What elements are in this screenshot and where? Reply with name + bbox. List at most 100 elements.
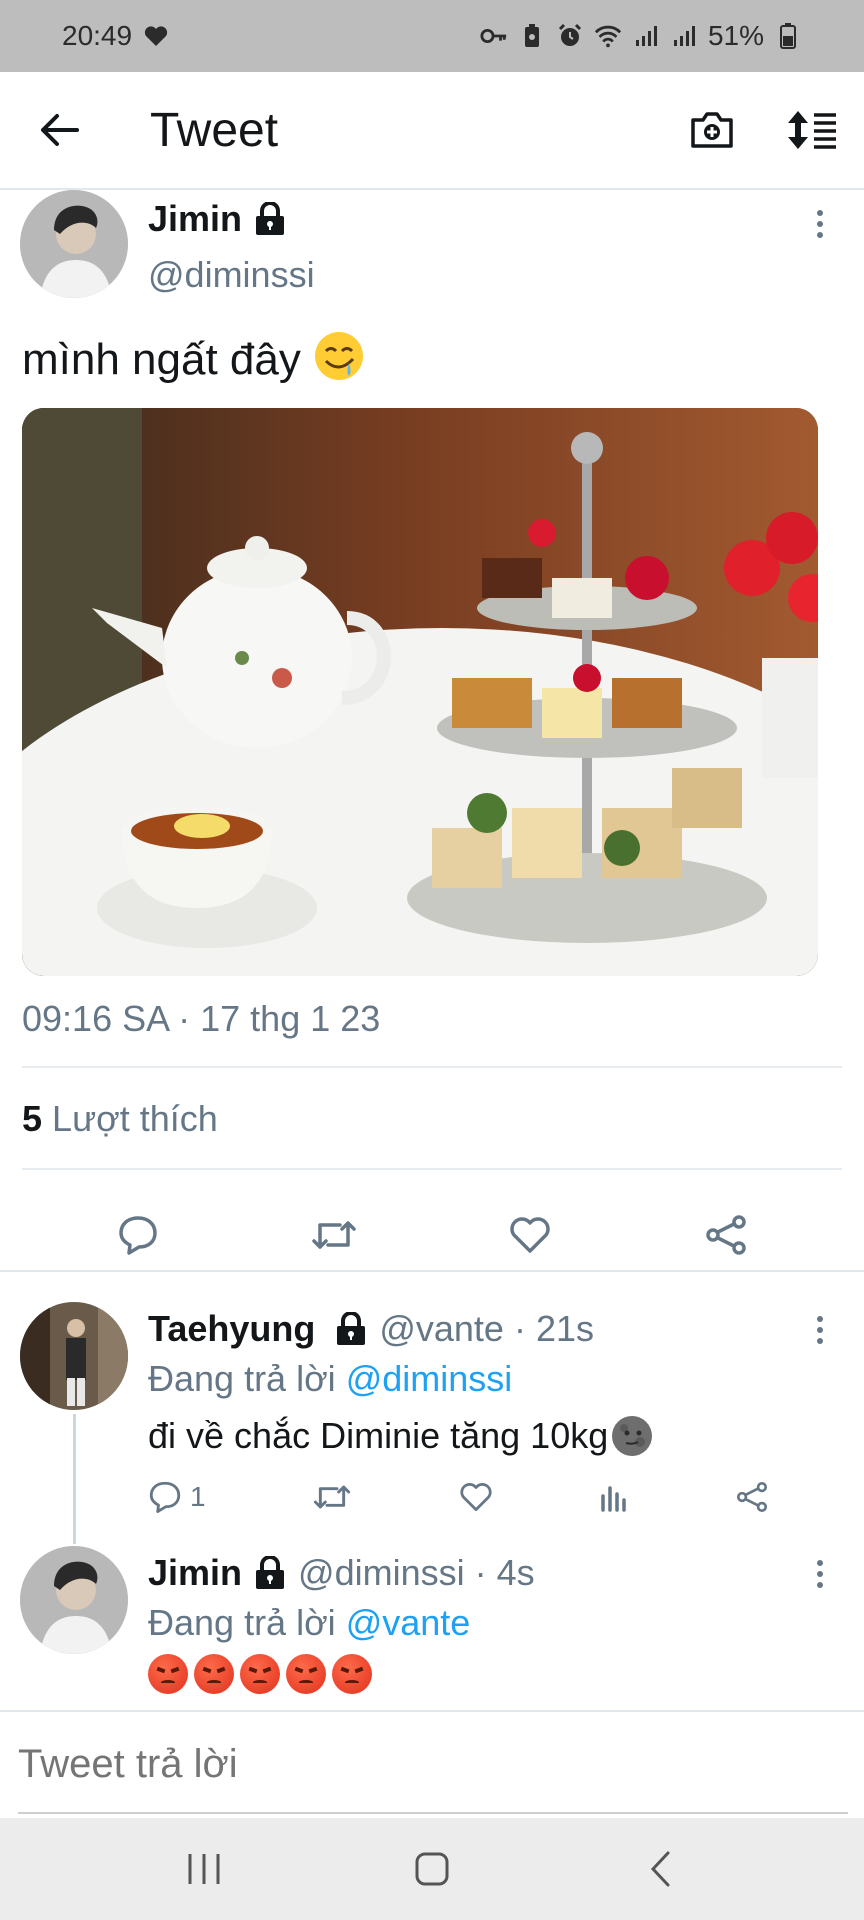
heart-outline-icon bbox=[460, 1483, 492, 1512]
share-button[interactable] bbox=[736, 1481, 768, 1513]
recent-apps-button[interactable] bbox=[174, 1839, 234, 1899]
angry-face-emoji bbox=[194, 1654, 234, 1694]
reply-input[interactable] bbox=[18, 1742, 838, 1787]
reply-button[interactable]: 1 bbox=[148, 1480, 206, 1514]
page-title: Tweet bbox=[150, 103, 279, 157]
back-arrow-icon bbox=[41, 114, 79, 146]
share-button[interactable] bbox=[696, 1205, 756, 1265]
dot bbox=[817, 232, 823, 238]
lock-icon bbox=[256, 202, 285, 235]
replying-mention[interactable]: @diminssi bbox=[346, 1358, 513, 1399]
like-button[interactable] bbox=[500, 1205, 560, 1265]
dot bbox=[817, 1560, 823, 1566]
replying-to: Đang trả lời @diminssi bbox=[148, 1358, 768, 1400]
reply-author-handle[interactable]: @vante bbox=[379, 1308, 504, 1350]
reply-emojis bbox=[148, 1654, 535, 1694]
retweet-icon bbox=[312, 1221, 356, 1249]
author-avatar-wrap[interactable] bbox=[20, 190, 128, 298]
tweet-actions bbox=[0, 1190, 864, 1280]
likes-number: 5 bbox=[22, 1098, 43, 1139]
avatar[interactable] bbox=[20, 1302, 128, 1410]
sort-button[interactable] bbox=[782, 100, 842, 160]
reply-body: Taehyung @vante · 21s Đang trả lời @dimi… bbox=[148, 1308, 768, 1514]
dot bbox=[817, 1582, 823, 1588]
reply-author-name[interactable]: Taehyung bbox=[148, 1308, 315, 1350]
back-button[interactable] bbox=[0, 71, 118, 189]
reply-icon bbox=[119, 1216, 157, 1255]
dot bbox=[817, 221, 823, 227]
header-actions bbox=[682, 100, 842, 160]
reply-body: Jimin @diminssi · 4s Đang trả lời @vante bbox=[148, 1552, 535, 1694]
tweet-photo[interactable] bbox=[22, 408, 818, 976]
key-icon bbox=[480, 22, 508, 50]
angry-face-emoji bbox=[286, 1654, 326, 1694]
analytics-button[interactable] bbox=[599, 1482, 629, 1512]
author-name-row[interactable]: Jimin bbox=[148, 198, 315, 240]
recent-apps-icon bbox=[188, 1854, 220, 1884]
share-icon bbox=[736, 1481, 768, 1513]
battery-percent: 51% bbox=[707, 20, 764, 51]
dot bbox=[817, 1316, 823, 1322]
retweet-icon bbox=[314, 1485, 351, 1509]
status-icons: 51% bbox=[480, 20, 802, 52]
alarm-icon bbox=[556, 22, 584, 50]
tweet-timestamp[interactable]: 09:16 SA · 17 thg 1 23 bbox=[22, 998, 380, 1040]
heart-icon bbox=[142, 22, 170, 50]
avatar[interactable] bbox=[20, 1546, 128, 1654]
heart-outline-icon bbox=[510, 1217, 550, 1253]
author-info: Jimin @diminssi bbox=[148, 198, 315, 296]
replying-prefix: Đang trả lời bbox=[148, 1602, 336, 1643]
reply-actions: 1 bbox=[148, 1480, 768, 1514]
replying-mention[interactable]: @vante bbox=[346, 1602, 471, 1643]
reply-author-handle[interactable]: @diminssi bbox=[298, 1552, 465, 1594]
analytics-icon bbox=[601, 1486, 627, 1512]
replying-to: Đang trả lời @vante bbox=[148, 1602, 535, 1644]
like-button[interactable] bbox=[459, 1482, 493, 1512]
reply-composer bbox=[0, 1710, 864, 1814]
angry-face-emoji bbox=[332, 1654, 372, 1694]
status-bar: 20:49 51% bbox=[0, 0, 864, 72]
reply-button[interactable] bbox=[108, 1205, 168, 1265]
reply-time: · 21s bbox=[513, 1308, 595, 1349]
battery-icon bbox=[774, 22, 802, 50]
emoji-mouth bbox=[345, 1680, 359, 1685]
reply-meta: Jimin @diminssi · 4s bbox=[148, 1552, 535, 1594]
avatar[interactable] bbox=[20, 190, 128, 298]
tweet-text-content: mình ngất đây bbox=[22, 335, 301, 384]
tweet-text: mình ngất đây bbox=[22, 330, 365, 385]
camera-button[interactable] bbox=[682, 100, 742, 160]
back-nav-button[interactable] bbox=[630, 1839, 690, 1899]
reply-time: · 4s bbox=[474, 1552, 535, 1593]
home-icon bbox=[415, 1852, 449, 1886]
author-name[interactable]: Jimin bbox=[148, 198, 242, 240]
retweet-button[interactable] bbox=[304, 1205, 364, 1265]
lock-icon bbox=[256, 1556, 285, 1589]
reply-icon bbox=[149, 1481, 181, 1513]
retweet-button[interactable] bbox=[312, 1482, 352, 1512]
status-time-group: 20:49 bbox=[62, 20, 170, 52]
home-button[interactable] bbox=[402, 1839, 462, 1899]
likes-label: Lượt thích bbox=[52, 1098, 218, 1139]
emoji-mouth bbox=[207, 1680, 221, 1685]
system-nav-bar bbox=[0, 1818, 864, 1920]
more-options-button[interactable] bbox=[800, 1554, 840, 1594]
new-moon-face-emoji bbox=[612, 1416, 653, 1456]
afternoon-tea-photo bbox=[22, 408, 818, 976]
reply-author-name[interactable]: Jimin bbox=[148, 1552, 242, 1594]
more-options-button[interactable] bbox=[800, 1310, 840, 1350]
status-time: 20:49 bbox=[62, 20, 133, 51]
emoji-mouth bbox=[299, 1680, 313, 1685]
reply-text-content: đi về chắc Diminie tăng 10kg bbox=[148, 1415, 609, 1456]
replying-prefix: Đang trả lời bbox=[148, 1358, 336, 1399]
dot bbox=[817, 1327, 823, 1333]
emoji-mouth bbox=[161, 1680, 175, 1685]
author-handle[interactable]: @diminssi bbox=[148, 254, 315, 296]
dot bbox=[817, 1571, 823, 1577]
reply-count: 1 bbox=[190, 1481, 206, 1512]
likes-count[interactable]: 5 Lượt thích bbox=[22, 1098, 218, 1140]
lock-icon bbox=[337, 1312, 366, 1345]
camera-icon bbox=[691, 112, 733, 148]
more-options-button[interactable] bbox=[800, 204, 840, 244]
angry-face-emoji bbox=[148, 1654, 188, 1694]
sort-icon bbox=[788, 111, 836, 149]
